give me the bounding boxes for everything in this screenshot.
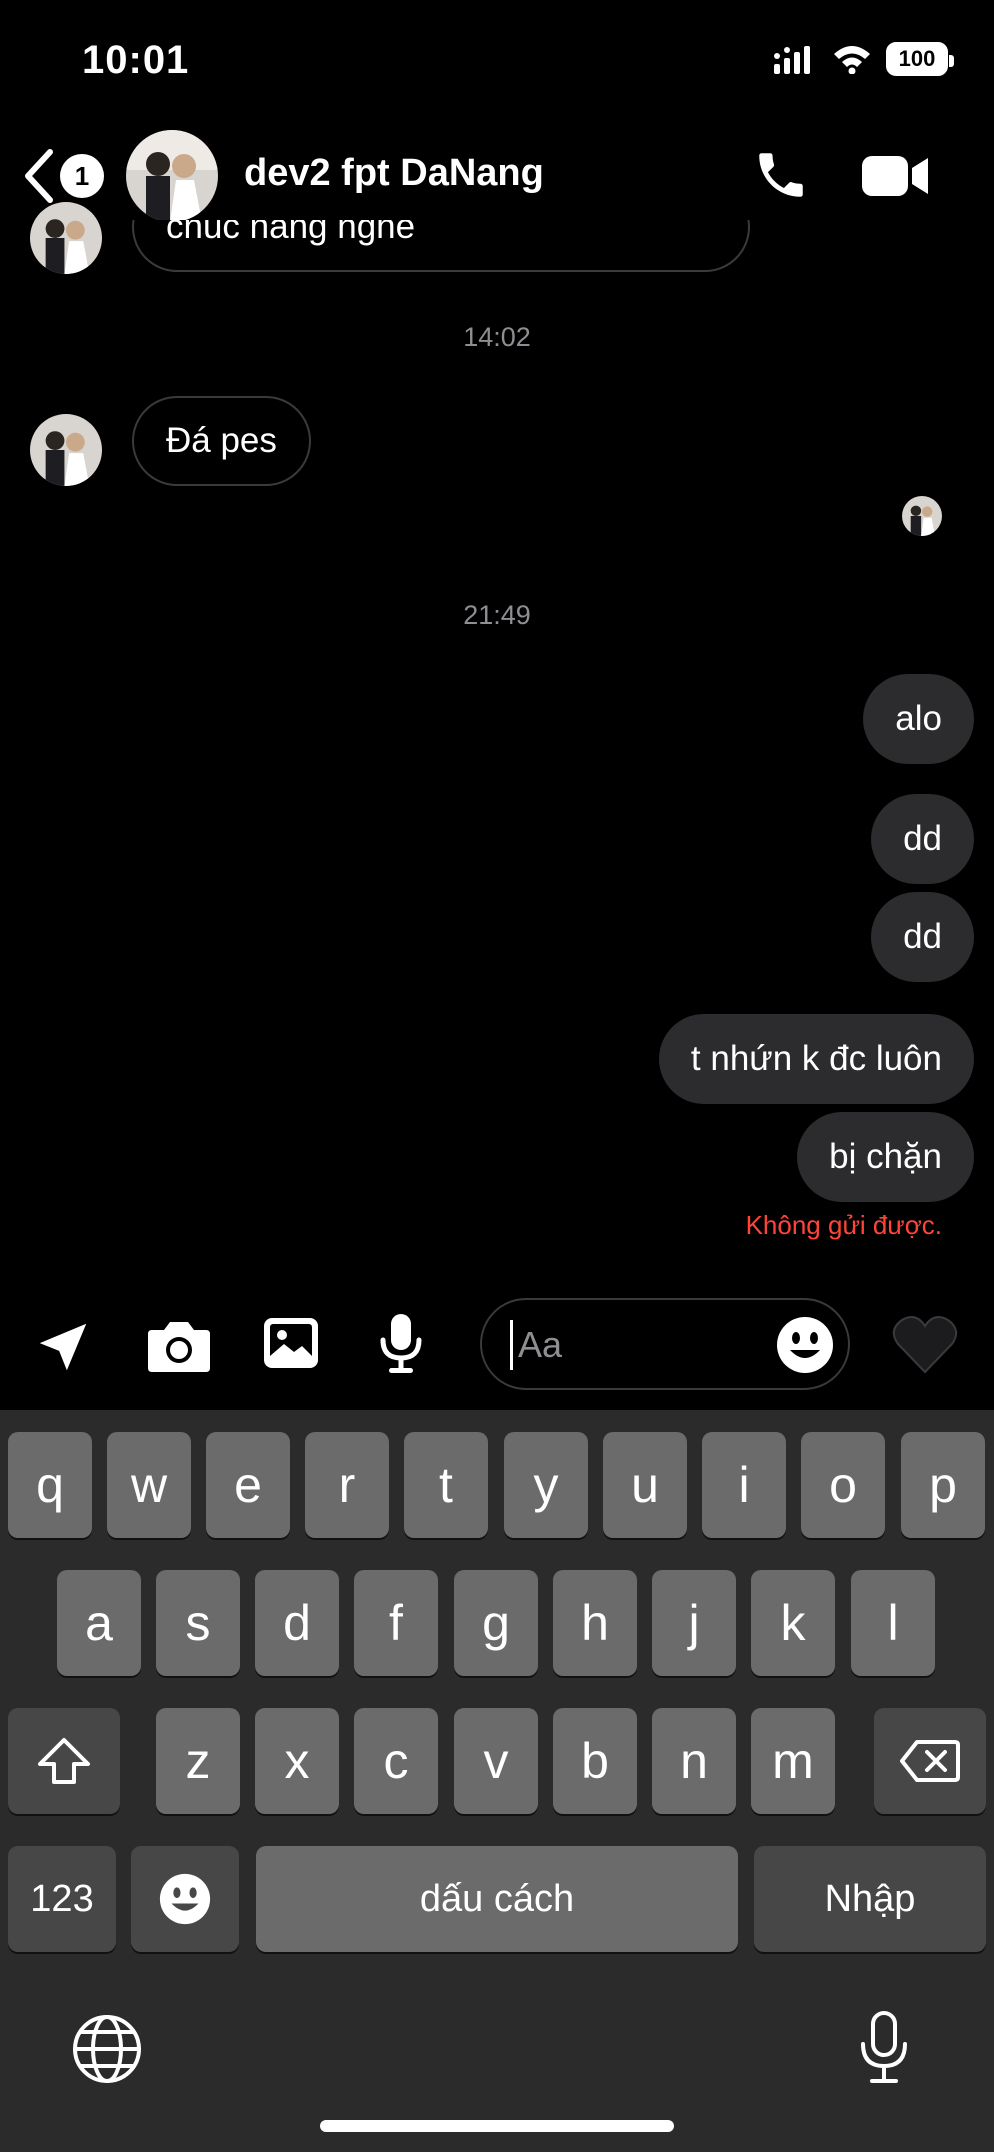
emoji-key[interactable]	[131, 1846, 239, 1952]
key-x[interactable]: x	[255, 1708, 339, 1814]
key-g[interactable]: g	[454, 1570, 538, 1676]
key-p[interactable]: p	[901, 1432, 985, 1538]
seen-avatar	[902, 496, 942, 536]
key-i[interactable]: i	[702, 1432, 786, 1538]
text-cursor	[510, 1320, 513, 1370]
key-t[interactable]: t	[404, 1432, 488, 1538]
key-l[interactable]: l	[851, 1570, 935, 1676]
key-n[interactable]: n	[652, 1708, 736, 1814]
phone-icon	[759, 153, 803, 197]
heart-icon	[892, 1316, 958, 1374]
wifi-icon	[834, 46, 870, 74]
signal-icon	[774, 46, 810, 74]
camera-button[interactable]	[146, 1316, 212, 1379]
back-button[interactable]: 1	[22, 148, 104, 204]
microphone-icon	[380, 1314, 422, 1373]
key-b[interactable]: b	[553, 1708, 637, 1814]
key-u[interactable]: u	[603, 1432, 687, 1538]
like-button[interactable]	[892, 1314, 958, 1379]
send-error-text[interactable]: Không gửi được.	[746, 1210, 942, 1241]
status-time: 10:01	[82, 38, 190, 82]
key-d[interactable]: d	[255, 1570, 339, 1676]
return-key[interactable]: Nhập	[754, 1846, 986, 1952]
space-key[interactable]: dấu cách	[256, 1846, 738, 1952]
backspace-key[interactable]	[874, 1708, 986, 1814]
dictation-button[interactable]	[858, 2010, 910, 2091]
message-text: dd	[903, 819, 942, 858]
message-bubble-received[interactable]: Đá pes	[132, 396, 311, 486]
timestamp: 21:49	[463, 600, 531, 630]
shift-key[interactable]	[8, 1708, 120, 1814]
key-a[interactable]: a	[57, 1570, 141, 1676]
key-z[interactable]: z	[156, 1708, 240, 1814]
status-icons: 100	[774, 42, 954, 76]
key-j[interactable]: j	[652, 1570, 736, 1676]
key-e[interactable]: e	[206, 1432, 290, 1538]
key-q[interactable]: q	[8, 1432, 92, 1538]
location-button[interactable]	[32, 1316, 94, 1383]
message-text: t nhứn k đc luôn	[690, 1039, 942, 1078]
numbers-key[interactable]: 123	[8, 1846, 116, 1952]
key-y[interactable]: y	[504, 1432, 588, 1538]
video-camera-icon	[862, 156, 928, 196]
globe-icon	[73, 2015, 141, 2083]
message-bubble-sent[interactable]: alo	[863, 674, 974, 764]
message-text: bị chặn	[829, 1137, 942, 1176]
microphone-icon	[861, 2011, 907, 2083]
message-text: alo	[895, 699, 942, 738]
keyboard: q w e r t y u i o p a s d f g h j k l z …	[0, 1410, 994, 2152]
key-k[interactable]: k	[751, 1570, 835, 1676]
home-indicator[interactable]	[320, 2120, 674, 2132]
location-arrow-icon	[39, 1323, 87, 1371]
message-bubble-sent[interactable]: bị chặn	[797, 1112, 974, 1202]
key-v[interactable]: v	[454, 1708, 538, 1814]
key-m[interactable]: m	[751, 1708, 835, 1814]
message-input-placeholder: Aa	[518, 1324, 563, 1365]
message-input[interactable]: Aa	[480, 1298, 850, 1390]
globe-button[interactable]	[72, 2014, 142, 2089]
key-w[interactable]: w	[107, 1432, 191, 1538]
key-h[interactable]: h	[553, 1570, 637, 1676]
key-r[interactable]: r	[305, 1432, 389, 1538]
voice-message-button[interactable]	[378, 1312, 424, 1381]
message-bubble-sent[interactable]: dd	[871, 892, 974, 982]
voice-call-button[interactable]	[752, 146, 810, 209]
video-call-button[interactable]	[860, 150, 930, 207]
emoji-icon	[159, 1873, 211, 1925]
partial-message-clip: chuc nang nghe	[0, 220, 994, 272]
contact-avatar[interactable]	[126, 130, 218, 222]
contact-name[interactable]: dev2 fpt DaNang	[244, 152, 544, 195]
shift-arrow-icon	[38, 1738, 90, 1784]
image-icon	[264, 1318, 318, 1368]
key-s[interactable]: s	[156, 1570, 240, 1676]
gallery-button[interactable]	[262, 1316, 320, 1375]
key-c[interactable]: c	[354, 1708, 438, 1814]
emoji-icon[interactable]	[776, 1316, 834, 1374]
battery-indicator: 100	[886, 42, 954, 76]
message-text: dd	[903, 917, 942, 956]
key-o[interactable]: o	[801, 1432, 885, 1538]
key-f[interactable]: f	[354, 1570, 438, 1676]
backspace-icon	[900, 1740, 960, 1782]
message-text: chuc nang nghe	[166, 220, 416, 246]
timestamp: 14:02	[463, 322, 531, 352]
message-bubble-sent[interactable]: t nhứn k đc luôn	[658, 1014, 974, 1104]
sender-avatar[interactable]	[30, 414, 102, 486]
message-bubble-partial[interactable]: chuc nang nghe	[132, 220, 750, 272]
unread-count-badge: 1	[60, 154, 104, 198]
chevron-left-icon	[25, 149, 53, 203]
camera-icon	[148, 1322, 210, 1372]
message-text: Đá pes	[166, 421, 277, 460]
message-bubble-sent[interactable]: dd	[871, 794, 974, 884]
